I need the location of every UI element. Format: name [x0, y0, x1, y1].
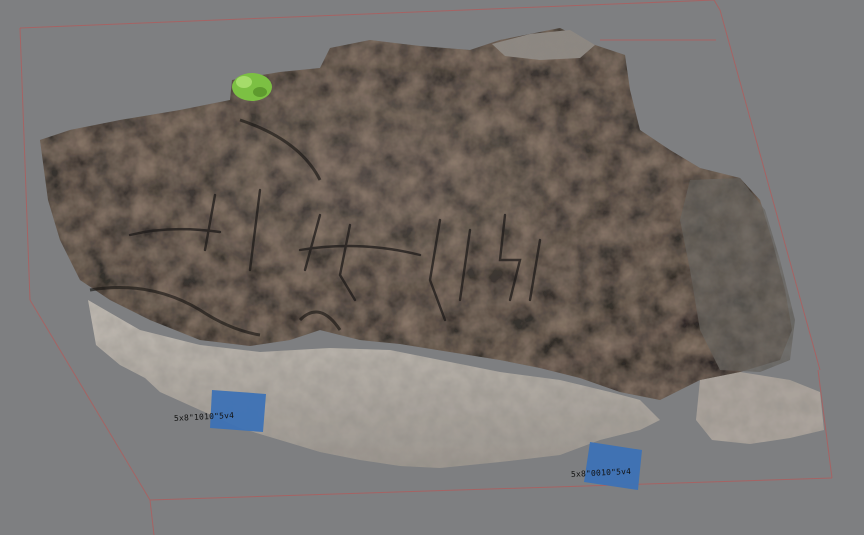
moss-patch	[232, 73, 272, 101]
3d-model-viewport[interactable]: 5x8"1010"5v4 5x8"0010"5v4	[0, 0, 864, 535]
rock-top-protrusion	[492, 30, 595, 60]
scene-canvas	[19, 0, 833, 535]
scale-marker-2[interactable]	[584, 442, 642, 490]
rock-right-boulder	[696, 372, 824, 444]
